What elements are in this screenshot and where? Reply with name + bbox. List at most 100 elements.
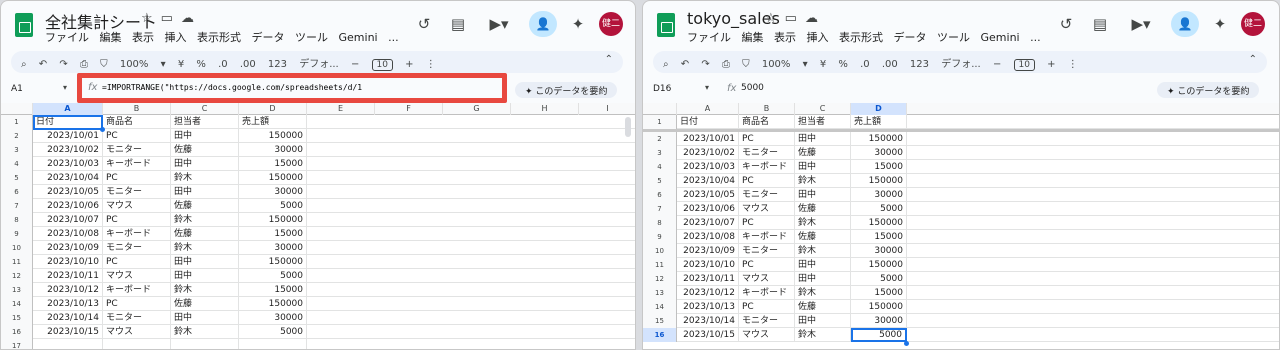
decrease-decimal-button[interactable]: .0 [860,59,870,70]
sheets-logo-icon[interactable] [15,13,33,37]
table-cell[interactable]: 田中 [171,185,239,199]
row-number[interactable]: 1 [1,115,33,129]
menu-data[interactable]: データ [252,31,285,44]
table-cell[interactable]: キーボード [103,157,171,171]
table-cell[interactable]: 2023/10/03 [33,157,103,171]
table-cell[interactable]: 佐藤 [795,230,851,244]
table-cell[interactable]: 2023/10/10 [677,258,739,272]
row-number[interactable]: 1 [643,115,677,129]
table-cell[interactable]: 150000 [239,129,307,143]
table-cell[interactable]: 2023/10/15 [677,328,739,342]
menu-view[interactable]: 表示 [774,31,796,44]
table-cell[interactable]: 2023/10/05 [677,188,739,202]
row-number[interactable]: 11 [1,255,33,269]
spreadsheet-grid[interactable]: A B C D 1 日付 商品名 担当者 売上額 2 2023/10/01 PC 田中 15000… [643,103,1279,349]
column-header-b[interactable]: B [103,103,171,115]
search-menu-icon[interactable]: ⌕ [21,59,27,70]
redo-icon[interactable]: ↷ [701,59,709,70]
gemini-spark-icon[interactable]: ✦ [1207,11,1233,37]
formula-input[interactable]: 5000 [741,83,1121,93]
menu-tools[interactable]: ツール [937,31,970,44]
table-cell[interactable]: 15000 [851,286,907,300]
row-number[interactable]: 8 [643,216,677,230]
table-cell[interactable]: PC [103,129,171,143]
row-number[interactable]: 4 [1,157,33,171]
table-cell[interactable]: 15000 [851,230,907,244]
row-number[interactable]: 9 [643,230,677,244]
font-size-decrease-button[interactable]: − [351,59,359,70]
select-all-corner[interactable] [1,103,33,115]
table-cell[interactable]: PC [739,132,795,146]
table-cell[interactable]: 田中 [795,132,851,146]
fill-handle[interactable] [100,127,105,132]
table-cell[interactable]: 日付 [677,115,739,129]
move-to-folder-icon[interactable]: ▭ [161,11,181,26]
column-header-c[interactable]: C [171,103,239,115]
column-header-a[interactable]: A [33,103,103,115]
font-size-increase-button[interactable]: + [405,59,413,70]
summarize-data-button[interactable]: ✦ このデータを要約 [1157,82,1260,98]
table-cell[interactable]: 担当者 [171,115,239,129]
table-cell[interactable]: 田中 [795,258,851,272]
row-number[interactable]: 3 [1,143,33,157]
table-cell[interactable]: 2023/10/04 [677,174,739,188]
table-cell[interactable]: PC [739,300,795,314]
table-cell[interactable]: PC [103,297,171,311]
table-cell[interactable]: キーボード [739,160,795,174]
table-cell[interactable]: 佐藤 [171,227,239,241]
undo-icon[interactable]: ↶ [39,59,47,70]
row-number[interactable]: 10 [643,244,677,258]
frozen-row-divider[interactable] [643,129,1279,132]
menu-gemini[interactable]: Gemini [981,31,1020,44]
history-icon[interactable]: ↺ [1053,11,1079,37]
row-number[interactable]: 11 [643,258,677,272]
table-cell[interactable]: 商品名 [103,115,171,129]
table-cell[interactable]: 田中 [795,188,851,202]
table-cell[interactable]: マウス [739,328,795,342]
table-cell[interactable]: 2023/10/14 [33,311,103,325]
menu-edit[interactable]: 編集 [100,31,122,44]
paint-format-icon[interactable]: ⛉ [100,59,108,70]
menu-insert[interactable]: 挿入 [165,31,187,44]
table-cell[interactable]: 150000 [851,216,907,230]
zoom-select[interactable]: 100% [762,59,791,70]
menu-tools[interactable]: ツール [295,31,328,44]
collapse-menu-icon[interactable]: ⌃ [605,54,613,65]
table-cell[interactable] [239,339,307,349]
table-cell[interactable]: 2023/10/02 [677,146,739,160]
move-to-folder-icon[interactable]: ▭ [785,11,805,26]
table-cell[interactable]: 2023/10/04 [33,171,103,185]
table-cell[interactable]: 2023/10/12 [677,286,739,300]
menu-edit[interactable]: 編集 [742,31,764,44]
table-cell[interactable]: PC [739,174,795,188]
menu-format[interactable]: 表示形式 [839,31,883,44]
table-cell[interactable]: 鈴木 [795,216,851,230]
table-cell[interactable]: PC [739,258,795,272]
table-cell[interactable]: 5000 [239,199,307,213]
column-header-d[interactable]: D [239,103,307,115]
table-cell[interactable]: 2023/10/03 [677,160,739,174]
table-cell[interactable]: 田中 [171,129,239,143]
row-number[interactable]: 14 [1,297,33,311]
comment-icon[interactable]: ▤ [445,11,471,37]
menu-more[interactable]: ... [1030,31,1041,44]
spreadsheet-grid[interactable]: A B C D E F G H I 1 日付 商品名 担当者 売上額 2 2023/10/0… [1,103,635,349]
gemini-spark-icon[interactable]: ✦ [565,11,591,37]
table-cell[interactable]: 担当者 [795,115,851,129]
font-size-increase-button[interactable]: + [1047,59,1055,70]
vertical-scrollbar[interactable] [625,117,631,137]
table-cell[interactable]: キーボード [739,230,795,244]
table-cell[interactable]: 2023/10/13 [33,297,103,311]
table-cell[interactable]: 商品名 [739,115,795,129]
table-cell[interactable]: 15000 [851,160,907,174]
table-cell[interactable]: 売上額 [239,115,307,129]
table-cell[interactable]: キーボード [739,286,795,300]
menu-file[interactable]: ファイル [45,31,89,44]
table-cell[interactable] [171,339,239,349]
table-cell[interactable]: 鈴木 [795,286,851,300]
table-cell[interactable]: 田中 [171,157,239,171]
table-cell[interactable]: 30000 [239,241,307,255]
row-number[interactable]: 12 [643,272,677,286]
table-cell[interactable]: 2023/10/01 [33,129,103,143]
table-cell[interactable]: 2023/10/07 [33,213,103,227]
